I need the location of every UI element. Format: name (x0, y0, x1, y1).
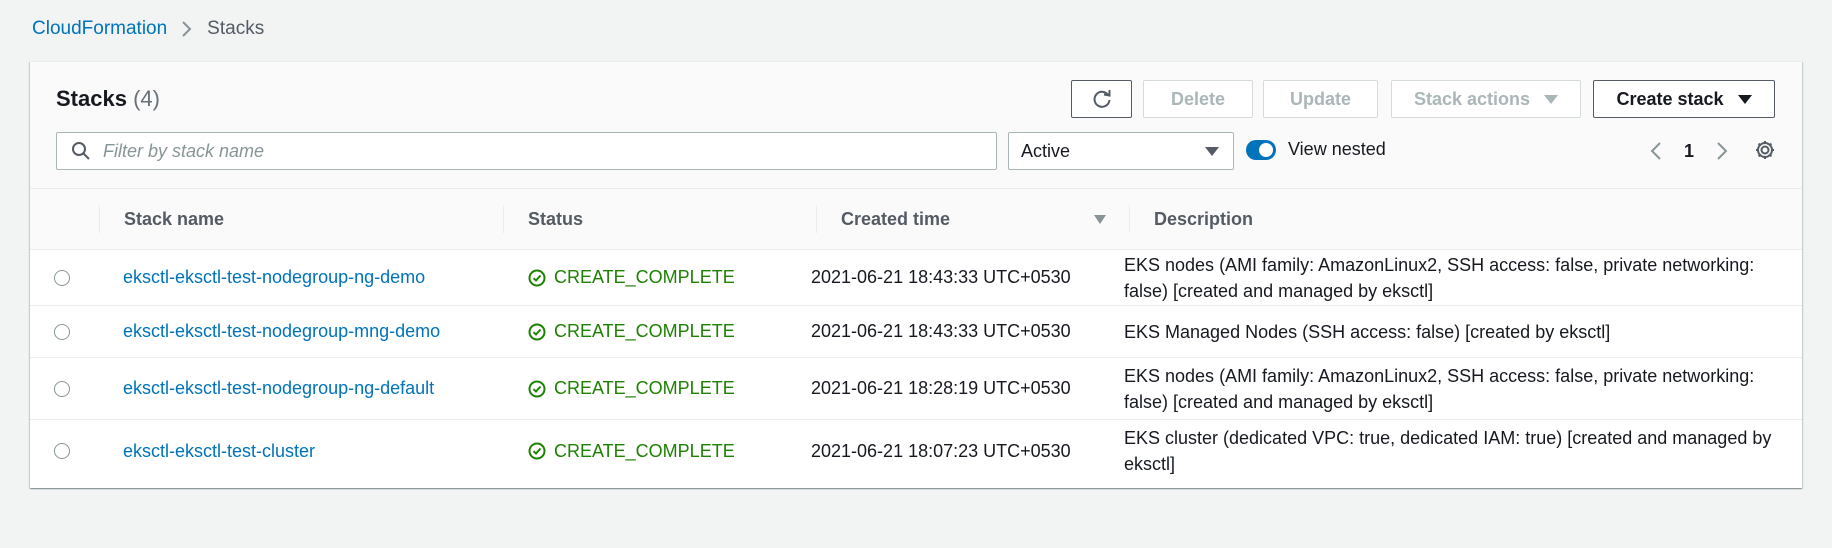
refresh-icon (1091, 88, 1113, 110)
previous-page-icon[interactable] (1650, 141, 1662, 161)
status-text: CREATE_COMPLETE (554, 440, 735, 461)
status-filter-select[interactable]: Active (1008, 132, 1234, 170)
status-filter-value: Active (1021, 140, 1071, 161)
success-check-icon (528, 380, 546, 398)
current-page-number[interactable]: 1 (1684, 141, 1694, 162)
row-select[interactable] (54, 250, 70, 305)
description: EKS Managed Nodes (SSH access: false) [c… (1124, 321, 1611, 342)
stack-count: (4) (133, 86, 160, 111)
description: EKS cluster (dedicated VPC: true, dedica… (1124, 428, 1772, 474)
table-row[interactable]: eksctl-eksctl-test-nodegroup-ng-default … (30, 358, 1802, 420)
column-header-stack-name[interactable]: Stack name (100, 189, 504, 250)
stack-actions-button[interactable]: Stack actions (1391, 80, 1581, 118)
column-header-label: Status (528, 209, 584, 229)
column-header-description[interactable]: Description (1130, 189, 1802, 250)
gear-icon[interactable] (1754, 139, 1776, 161)
status-cell: CREATE_COMPLETE (528, 250, 735, 305)
stacks-panel-header: Stacks (4) Delete Update Stack actions C… (30, 62, 1802, 189)
create-stack-button[interactable]: Create stack (1593, 80, 1775, 118)
caret-down-icon (1544, 94, 1559, 104)
status-text: CREATE_COMPLETE (554, 378, 735, 398)
page-title: Stacks (4) (56, 86, 160, 112)
table-row[interactable]: eksctl-eksctl-test-nodegroup-ng-demo CRE… (30, 250, 1802, 306)
row-select[interactable] (54, 358, 70, 419)
table-row[interactable]: eksctl-eksctl-test-nodegroup-mng-demo CR… (30, 306, 1802, 358)
success-check-icon (528, 442, 546, 460)
stack-name-link[interactable]: eksctl-eksctl-test-cluster (123, 420, 315, 482)
radio-button[interactable] (54, 443, 70, 459)
stacks-panel: Stacks (4) Delete Update Stack actions C… (30, 61, 1802, 488)
description: EKS nodes (AMI family: AmazonLinux2, SSH… (1124, 254, 1755, 301)
delete-button[interactable]: Delete (1143, 80, 1253, 118)
table-header: Stack name Status Created time Descripti… (30, 189, 1802, 250)
chevron-right-icon (181, 20, 193, 38)
pagination: 1 (1650, 136, 1728, 166)
success-check-icon (528, 269, 546, 287)
radio-button[interactable] (54, 269, 70, 286)
stack-name-link[interactable]: eksctl-eksctl-test-nodegroup-mng-demo (123, 306, 440, 357)
row-select[interactable] (54, 306, 70, 357)
stack-name-link[interactable]: eksctl-eksctl-test-nodegroup-ng-default (123, 358, 434, 419)
stack-name-link[interactable]: eksctl-eksctl-test-nodegroup-ng-demo (123, 250, 425, 305)
view-nested-toggle-group: View nested (1246, 139, 1386, 160)
status-cell: CREATE_COMPLETE (528, 358, 735, 419)
row-select[interactable] (54, 420, 70, 482)
column-header-select (30, 189, 100, 250)
status-text: CREATE_COMPLETE (554, 267, 735, 287)
radio-button[interactable] (54, 323, 70, 340)
search-input[interactable] (101, 139, 961, 163)
page-title-text: Stacks (56, 86, 127, 111)
breadcrumb: CloudFormation Stacks (32, 18, 264, 40)
created-time: 2021-06-21 18:07:23 UTC+0530 (811, 440, 1071, 461)
breadcrumb-cloudformation-link[interactable]: CloudFormation (32, 18, 167, 40)
caret-down-icon (1205, 146, 1219, 156)
create-stack-label: Create stack (1616, 88, 1724, 109)
search-icon (71, 141, 91, 161)
status-cell: CREATE_COMPLETE (528, 420, 735, 482)
column-header-status[interactable]: Status (504, 189, 817, 250)
stack-actions-label: Stack actions (1413, 88, 1531, 109)
column-header-label: Created time (841, 209, 951, 229)
status-cell: CREATE_COMPLETE (528, 306, 735, 357)
view-nested-label: View nested (1288, 139, 1386, 159)
description: EKS nodes (AMI family: AmazonLinux2, SSH… (1124, 365, 1755, 412)
breadcrumb-current: Stacks (207, 18, 265, 39)
created-time: 2021-06-21 18:28:19 UTC+0530 (811, 378, 1071, 398)
column-header-label: Stack name (124, 209, 225, 229)
next-page-icon[interactable] (1716, 141, 1728, 161)
column-header-label: Description (1154, 209, 1254, 229)
sort-descending-icon[interactable] (1094, 215, 1106, 224)
caret-down-icon (1737, 94, 1752, 104)
update-button[interactable]: Update (1263, 80, 1378, 118)
success-check-icon (528, 323, 546, 341)
created-time: 2021-06-21 18:43:33 UTC+0530 (811, 267, 1071, 287)
table-row[interactable]: eksctl-eksctl-test-cluster CREATE_COMPLE… (30, 420, 1802, 482)
view-nested-toggle[interactable] (1246, 139, 1276, 160)
search-field[interactable] (56, 132, 997, 170)
refresh-button[interactable] (1071, 80, 1132, 118)
column-header-created-time[interactable]: Created time (817, 189, 1130, 250)
created-time: 2021-06-21 18:43:33 UTC+0530 (811, 321, 1071, 341)
status-text: CREATE_COMPLETE (554, 321, 735, 341)
radio-button[interactable] (54, 380, 70, 397)
